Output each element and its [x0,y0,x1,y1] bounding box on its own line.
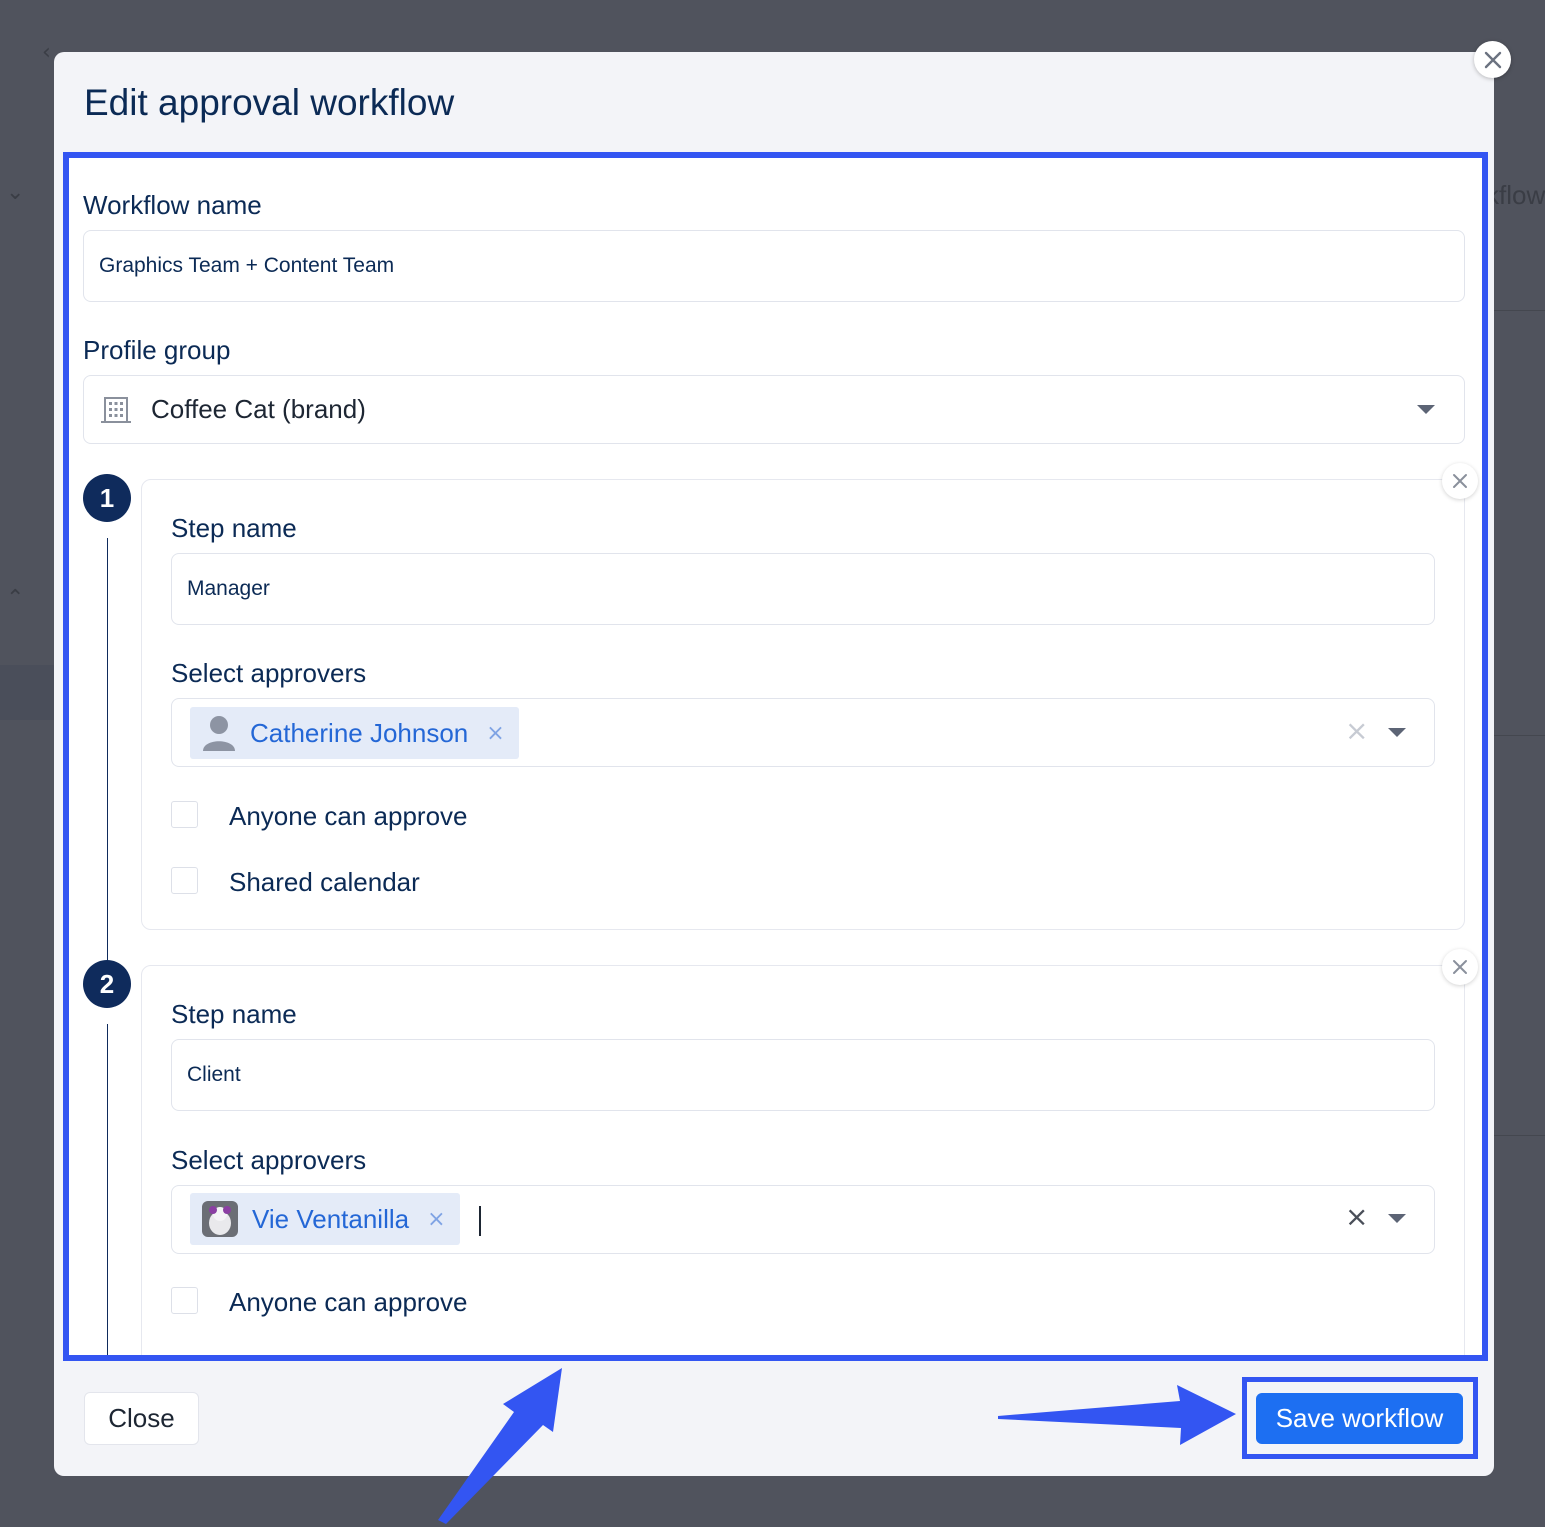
arrow-right-icon [998,1385,1236,1445]
annotation-arrows [438,1368,1236,1524]
arrow-up-icon [438,1368,562,1524]
